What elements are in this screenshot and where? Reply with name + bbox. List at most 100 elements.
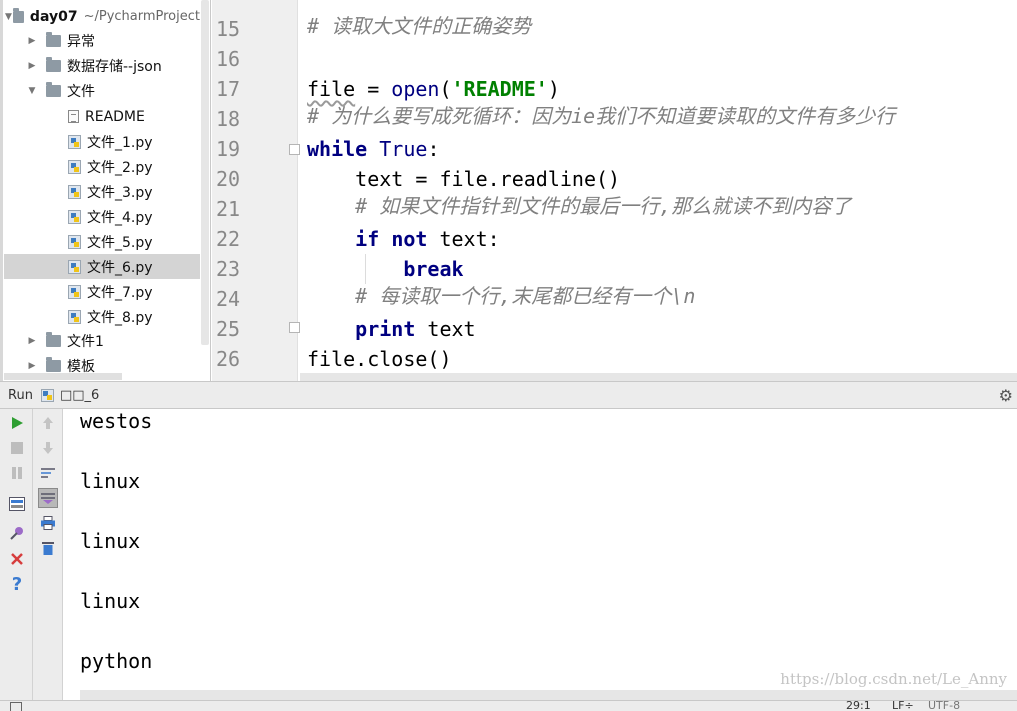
python-file-icon <box>68 209 81 224</box>
tree-root-label: day07 <box>29 8 78 25</box>
tree-file[interactable]: 文件_2.py <box>4 154 200 179</box>
arrow-down-icon[interactable] <box>38 438 58 458</box>
code-token-paren: ( <box>439 77 452 101</box>
code-line-24: # 每读取一个行,末尾都已经有一个\n <box>307 284 696 308</box>
tree-file-selected[interactable]: 文件_6.py <box>4 254 200 279</box>
line-separator[interactable]: LF÷ <box>892 701 914 711</box>
collapse-arrow-icon[interactable]: ▶ <box>26 61 38 71</box>
code-token-string: 'README' <box>451 77 548 101</box>
gear-icon[interactable]: ⚙ <box>999 386 1013 405</box>
code-token-builtin: True <box>379 137 428 161</box>
pause-icon[interactable] <box>7 463 27 483</box>
collapse-arrow-icon[interactable]: ▶ <box>26 336 38 346</box>
tree-folder-json[interactable]: ▶ 数据存储--json <box>4 53 200 78</box>
tree-file[interactable]: 文件_5.py <box>4 229 200 254</box>
tree-file[interactable]: 文件_7.py <box>4 279 200 304</box>
console-line: westos <box>80 409 153 433</box>
code-line-22: if not text: <box>307 224 500 254</box>
python-file-icon <box>68 259 81 274</box>
editor-horizontal-scrollbar[interactable] <box>300 373 1017 381</box>
folder-icon <box>46 31 61 47</box>
line-number: 17 <box>216 77 241 101</box>
folder-icon <box>46 356 61 372</box>
tree-file[interactable]: 文件_8.py <box>4 304 200 329</box>
python-file-icon <box>68 309 81 324</box>
run-console-output[interactable]: westos linux linux linux python https://… <box>64 409 1017 700</box>
pin-icon[interactable] <box>7 523 27 543</box>
tree-item-label: 文件_8.py <box>87 309 153 326</box>
status-bar: 29:1 LF÷ UTF-8 <box>0 700 1017 711</box>
line-number: 20 <box>216 167 241 191</box>
code-editor[interactable]: 15 16 17 18 19 20 21 22 23 24 25 26 # 读取… <box>212 0 1017 381</box>
code-token-keyword: not <box>391 227 428 251</box>
tree-item-label: 文件_6.py <box>87 259 153 276</box>
code-token-variable: file <box>307 77 356 101</box>
watermark-text: https://blog.csdn.net/Le_Anny <box>780 670 1007 688</box>
console-horizontal-scrollbar[interactable] <box>80 690 1017 700</box>
line-number: 19 <box>216 137 241 161</box>
toggle-tool-windows-icon[interactable] <box>10 702 22 711</box>
collapse-arrow-icon[interactable]: ▶ <box>26 36 38 46</box>
code-token-keyword: while <box>307 137 368 161</box>
python-file-icon <box>68 134 81 149</box>
tree-file[interactable]: 文件_1.py <box>4 129 200 154</box>
console-line: linux <box>80 469 141 493</box>
help-icon[interactable]: ? <box>7 574 27 595</box>
code-token-colon: : <box>427 137 440 161</box>
line-number: 21 <box>216 197 241 221</box>
play-icon[interactable] <box>7 413 27 433</box>
expand-arrow-icon[interactable]: ▼ <box>4 12 13 22</box>
trash-icon[interactable] <box>38 538 58 558</box>
line-number: 25 <box>216 317 241 341</box>
arrow-up-icon[interactable] <box>38 413 58 433</box>
tree-file[interactable]: 文件_3.py <box>4 179 200 204</box>
line-number: 18 <box>216 107 241 131</box>
tree-folder-files1[interactable]: ▶ 文件1 <box>4 328 200 353</box>
tree-horizontal-scrollbar[interactable] <box>4 373 122 380</box>
tree-folder-exceptions[interactable]: ▶ 异常 <box>4 28 200 53</box>
print-icon[interactable] <box>38 513 58 533</box>
python-file-icon <box>68 159 81 174</box>
line-number: 22 <box>216 227 241 251</box>
code-token-operator: = <box>355 77 392 101</box>
python-file-icon <box>40 388 54 402</box>
code-token-text: text: <box>427 227 500 251</box>
fold-marker-icon[interactable] <box>289 144 300 155</box>
console-line: linux <box>80 529 141 553</box>
tree-item-label: 文件_7.py <box>87 284 153 301</box>
file-encoding[interactable]: UTF-8 <box>928 701 960 711</box>
code-line-17: file = open('README') <box>307 74 560 104</box>
tree-root-day07[interactable]: ▼ day07 ~/PycharmProject <box>4 4 200 29</box>
scroll-to-end-icon[interactable] <box>38 488 58 508</box>
code-token-builtin: open <box>391 77 440 101</box>
run-tab-label[interactable]: □□_6 <box>60 388 99 403</box>
tree-item-label: 数据存储--json <box>67 58 162 75</box>
code-token-paren: ) <box>547 77 560 101</box>
tree-folder-files[interactable]: ▼ 文件 <box>4 78 200 103</box>
close-icon[interactable] <box>7 549 27 569</box>
tree-file-readme[interactable]: README <box>4 104 200 129</box>
panel-border <box>0 0 3 381</box>
code-line-25: print text <box>307 314 476 344</box>
line-number: 24 <box>216 287 241 311</box>
caret-position[interactable]: 29:1 <box>846 701 871 711</box>
line-number-gutter: 15 16 17 18 19 20 21 22 23 24 25 26 <box>212 0 298 381</box>
tree-item-label: 文件_4.py <box>87 209 153 226</box>
run-toolbar-secondary <box>33 409 63 700</box>
python-file-icon <box>68 184 81 199</box>
layout-icon[interactable] <box>7 494 27 514</box>
expand-arrow-icon[interactable]: ▼ <box>26 86 38 96</box>
run-toolbar-primary: ? <box>0 409 33 700</box>
python-file-icon <box>68 284 81 299</box>
tree-file[interactable]: 文件_4.py <box>4 204 200 229</box>
code-token-text: text <box>415 317 476 341</box>
collapse-arrow-icon[interactable]: ▶ <box>26 361 38 371</box>
tree-vertical-scrollbar[interactable] <box>201 0 209 345</box>
code-line-20: text = file.readline() <box>307 167 621 191</box>
tree-item-label: 文件_3.py <box>87 184 153 201</box>
fold-marker-icon[interactable] <box>289 322 300 333</box>
stop-icon[interactable] <box>7 438 27 458</box>
soft-wrap-icon[interactable] <box>38 463 58 483</box>
